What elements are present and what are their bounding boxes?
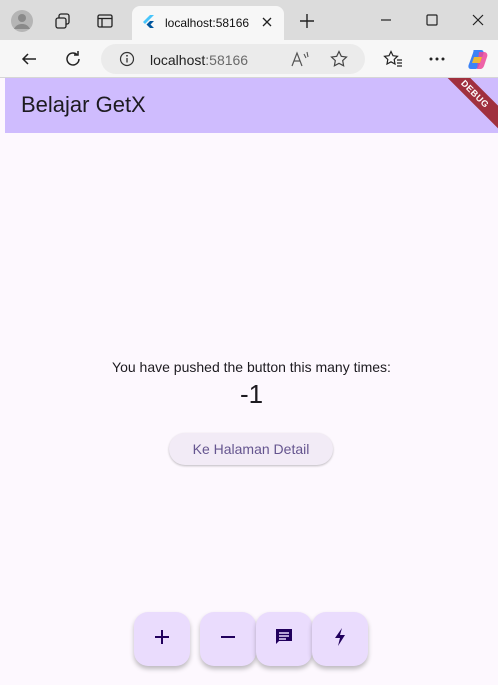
app-bar: Belajar GetX DEBUG bbox=[5, 78, 498, 133]
decrement-button[interactable] bbox=[200, 612, 256, 666]
favorite-star-icon[interactable] bbox=[329, 49, 349, 69]
counter-message: You have pushed the button this many tim… bbox=[112, 359, 391, 375]
favorites-icon[interactable] bbox=[380, 46, 406, 72]
browser-toolbar: localhost:58166 bbox=[0, 40, 498, 78]
message-icon bbox=[274, 627, 294, 652]
profile-icon[interactable] bbox=[9, 8, 35, 34]
read-aloud-icon[interactable] bbox=[291, 49, 311, 69]
workspaces-icon[interactable] bbox=[50, 8, 76, 34]
more-icon[interactable] bbox=[424, 46, 450, 72]
counter-value: -1 bbox=[239, 379, 264, 409]
close-tab-icon[interactable] bbox=[258, 13, 276, 31]
bolt-icon bbox=[333, 627, 347, 652]
message-button[interactable] bbox=[256, 612, 312, 666]
detail-page-button[interactable]: Ke Halaman Detail bbox=[169, 433, 333, 465]
close-window-icon[interactable] bbox=[461, 6, 495, 34]
site-info-icon[interactable] bbox=[119, 51, 135, 67]
url-port: :58166 bbox=[205, 52, 249, 68]
refresh-icon[interactable] bbox=[60, 46, 86, 72]
debug-banner: DEBUG bbox=[437, 78, 498, 132]
app-title: Belajar GetX bbox=[21, 92, 146, 117]
add-icon bbox=[153, 628, 171, 651]
browser-tab[interactable]: localhost:58166 bbox=[132, 6, 284, 40]
remove-icon bbox=[219, 628, 237, 651]
copilot-icon[interactable] bbox=[465, 46, 491, 72]
browser-tabstrip: localhost:58166 bbox=[0, 0, 498, 40]
tab-title: localhost:58166 bbox=[165, 16, 250, 30]
increment-button[interactable] bbox=[134, 612, 190, 666]
back-icon[interactable] bbox=[16, 46, 42, 72]
address-bar[interactable]: localhost:58166 bbox=[101, 44, 365, 74]
tab-actions-icon[interactable] bbox=[92, 8, 118, 34]
maximize-icon[interactable] bbox=[415, 6, 449, 34]
flash-button[interactable] bbox=[312, 612, 368, 666]
flutter-favicon bbox=[142, 15, 156, 29]
url-text[interactable]: localhost:58166 bbox=[150, 52, 248, 68]
url-host: localhost bbox=[150, 52, 206, 68]
app-viewport: Belajar GetX DEBUG You have pushed the b… bbox=[5, 78, 498, 685]
new-tab-icon[interactable] bbox=[294, 8, 320, 34]
minimize-icon[interactable] bbox=[369, 6, 403, 34]
